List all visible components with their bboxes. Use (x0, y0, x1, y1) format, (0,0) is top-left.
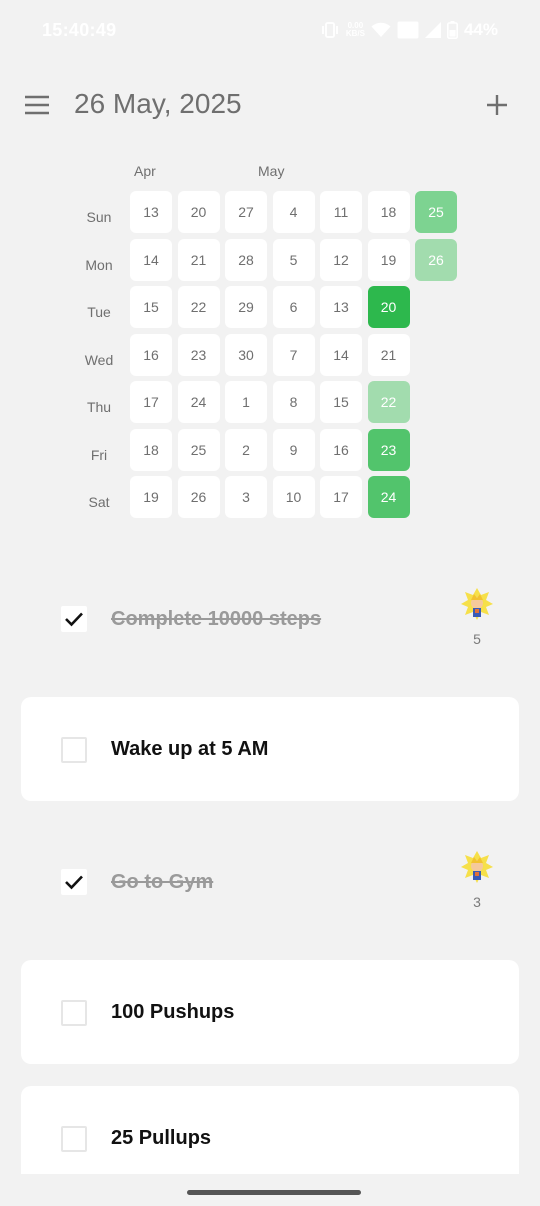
calendar-day-cell[interactable]: 25 (415, 191, 457, 233)
net-speed: 0.00 KB/S (346, 22, 365, 38)
home-indicator[interactable] (187, 1190, 361, 1195)
calendar-day-cell[interactable]: 16 (320, 428, 362, 471)
calendar-day-cell[interactable]: 27 (225, 191, 267, 233)
habit-label: 100 Pushups (111, 1001, 235, 1023)
calendar-day-cell[interactable]: 16 (130, 333, 172, 376)
calendar-day-cell[interactable]: 2 (225, 428, 267, 471)
checkmark-icon (64, 874, 84, 890)
calendar-day-cell[interactable]: 10 (272, 476, 315, 518)
calendar-day-cell[interactable]: 20 (367, 286, 410, 328)
habit-checkbox[interactable] (61, 1126, 87, 1152)
month-label-apr: Apr (134, 163, 156, 179)
calendar-day-cell[interactable]: 28 (225, 238, 267, 281)
calendar-day-cell[interactable]: 25 (177, 428, 220, 471)
habit-calendar: Apr May Sun Mon Tue Wed Thu Fri Sat 13 14… (0, 150, 540, 530)
calendar-day-cell[interactable]: 1 (225, 381, 267, 423)
habit-checkbox[interactable] (61, 869, 87, 895)
habit-checkbox[interactable] (61, 737, 87, 763)
status-icons: 0.00 KB/S 44% (320, 18, 498, 42)
month-label-may: May (258, 163, 285, 179)
calendar-day-cell[interactable]: 22 (367, 381, 410, 423)
calendar-day-cell[interactable]: 24 (177, 381, 220, 423)
calendar-day-cell[interactable]: 15 (320, 381, 362, 423)
net-speed-unit: KB/S (345, 29, 365, 38)
habit-checkbox[interactable] (61, 606, 87, 632)
calendar-day-cell[interactable]: 6 (272, 286, 315, 328)
habit-checkbox[interactable] (61, 1000, 87, 1026)
calendar-day-cell[interactable]: 29 (225, 286, 267, 328)
habit-label: Go to Gym (111, 871, 214, 893)
habit-row-complete-steps[interactable]: Complete 10000 steps 5 (21, 567, 519, 671)
wifi-icon (371, 22, 391, 38)
calendar-day-cell[interactable]: 7 (272, 333, 315, 376)
calendar-day-cell[interactable]: 23 (367, 428, 410, 471)
habit-label: Wake up at 5 AM (111, 738, 269, 760)
calendar-day-cell[interactable]: 12 (320, 238, 362, 281)
hamburger-menu-icon (24, 95, 50, 115)
volte-icon (397, 21, 419, 39)
calendar-day-cell[interactable]: 13 (130, 191, 172, 233)
super-saiyan-avatar-icon (460, 850, 494, 884)
calendar-day-cell[interactable]: 24 (367, 476, 410, 518)
calendar-day-cell[interactable]: 19 (130, 476, 172, 518)
weekday-sun: Sun (86, 209, 112, 225)
calendar-day-cell[interactable]: 17 (130, 381, 172, 423)
calendar-day-cell[interactable]: 21 (367, 333, 410, 376)
status-bar: 15:40:49 0.00 KB/S 44% (0, 0, 540, 62)
streak-count: 3 (473, 894, 481, 910)
vibrate-icon (320, 21, 340, 39)
calendar-day-cell[interactable]: 18 (367, 191, 410, 233)
streak-count: 5 (473, 631, 481, 647)
calendar-day-cell[interactable]: 23 (177, 333, 220, 376)
add-habit-button[interactable] (482, 90, 512, 120)
plus-icon (485, 93, 509, 117)
battery-percent: 44% (463, 20, 498, 39)
calendar-day-cell[interactable]: 14 (130, 238, 172, 281)
calendar-day-cell[interactable]: 13 (320, 286, 362, 328)
calendar-day-cell[interactable]: 22 (177, 286, 220, 328)
calendar-day-cell[interactable]: 26 (177, 476, 220, 518)
calendar-day-cell[interactable]: 9 (272, 428, 315, 471)
calendar-day-cell[interactable]: 26 (415, 238, 457, 281)
calendar-day-cell[interactable]: 21 (177, 238, 220, 281)
menu-button[interactable] (22, 92, 52, 118)
calendar-day-cell[interactable]: 5 (272, 238, 315, 281)
calendar-day-cell[interactable]: 18 (130, 428, 172, 471)
habit-row-go-to-gym[interactable]: Go to Gym 3 (21, 830, 519, 934)
calendar-day-cell[interactable]: 4 (272, 191, 315, 233)
calendar-day-cell[interactable]: 3 (225, 476, 267, 518)
habit-label: Complete 10000 steps (111, 608, 322, 630)
calendar-day-cell[interactable]: 11 (320, 191, 362, 233)
signal-icon (424, 22, 441, 38)
weekday-mon: Mon (85, 257, 113, 273)
calendar-day-cell[interactable]: 17 (320, 476, 362, 518)
calendar-day-cell[interactable]: 19 (367, 238, 410, 281)
page-title: 26 May, 2025 (74, 88, 242, 119)
habit-row-pushups[interactable]: 100 Pushups (21, 960, 519, 1064)
super-saiyan-avatar-icon (460, 587, 494, 621)
checkmark-icon (64, 611, 84, 627)
weekday-tue: Tue (87, 304, 111, 320)
calendar-day-cell[interactable]: 20 (177, 191, 220, 233)
calendar-day-cell[interactable]: 15 (130, 286, 172, 328)
app-header: 26 May, 2025 (0, 80, 540, 132)
weekday-fri: Fri (90, 447, 108, 463)
calendar-day-cell[interactable]: 14 (320, 333, 362, 376)
calendar-day-cell[interactable]: 8 (272, 381, 315, 423)
weekday-thu: Thu (86, 399, 112, 415)
habit-row-wake-up[interactable]: Wake up at 5 AM (21, 697, 519, 801)
status-time: 15:40:49 (42, 20, 117, 40)
habit-label: 25 Pullups (111, 1127, 212, 1149)
weekday-sat: Sat (88, 494, 110, 510)
calendar-day-cell[interactable]: 30 (225, 333, 267, 376)
weekday-wed: Wed (84, 352, 114, 368)
battery-icon (446, 21, 458, 39)
